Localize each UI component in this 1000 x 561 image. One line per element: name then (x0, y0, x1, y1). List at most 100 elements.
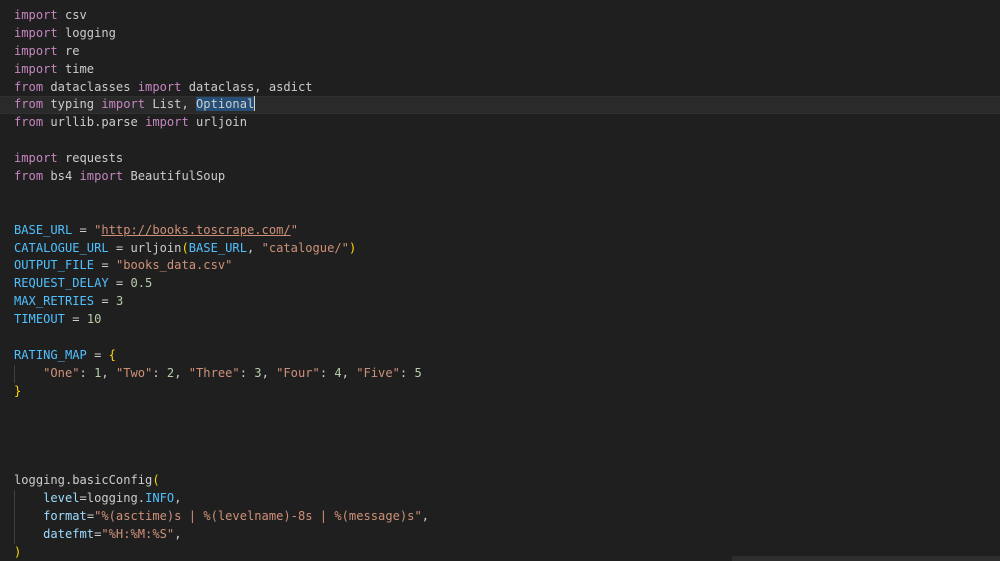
code-line[interactable]: CATALOGUE_URL = urljoin(BASE_URL, "catal… (0, 240, 1000, 258)
code-token: import (79, 169, 124, 184)
code-token: "Five" (356, 365, 400, 380)
code-line[interactable]: from urllib.parse import urljoin (0, 114, 1000, 132)
code-area[interactable]: import csv import logging import re import … (0, 7, 1000, 561)
code-token: format (43, 508, 87, 523)
code-token: , (421, 508, 430, 523)
code-line[interactable]: REQUEST_DELAY = 0.5 (0, 275, 1000, 293)
code-token: bs4 (43, 169, 80, 184)
code-line[interactable]: datefmt="%H:%M:%S", (0, 525, 1000, 544)
code-editor[interactable]: import csv import logging import re import … (0, 0, 1000, 561)
code-line[interactable] (0, 329, 1000, 347)
code-token: { (108, 347, 116, 362)
code-token: BASE_URL (188, 240, 247, 255)
code-token: urljoin (188, 115, 247, 130)
code-line-current[interactable]: from typing import List, Optional (0, 96, 1000, 115)
code-line[interactable]: from dataclasses import dataclass, asdic… (0, 79, 1000, 97)
code-token: import (145, 115, 189, 130)
code-token: : (239, 365, 255, 380)
code-line[interactable]: import csv (0, 7, 1000, 25)
code-line[interactable]: format="%(asctime)s | %(levelname)-8s | … (0, 507, 1000, 526)
code-token: %(asctime)s (101, 508, 182, 523)
code-token: %(message)s (334, 508, 415, 523)
code-token: , (101, 365, 116, 380)
code-token: ( (152, 473, 160, 488)
code-token: : (79, 365, 95, 380)
code-token: INFO (145, 491, 175, 506)
code-token: logging (57, 25, 116, 40)
code-line[interactable]: } (0, 383, 1000, 401)
code-line[interactable]: logging.basicConfig( (0, 472, 1000, 490)
code-token: : (399, 365, 415, 380)
code-token: "catalogue/" (261, 240, 349, 255)
code-token: | (181, 508, 204, 523)
code-token: , (261, 365, 277, 380)
code-token: | (312, 508, 335, 523)
code-line[interactable]: "One": 1, "Two": 2, "Three": 3, "Four": … (0, 364, 1000, 383)
code-token: import (14, 43, 58, 58)
code-token: typing (43, 97, 102, 112)
code-token: import (101, 97, 146, 112)
code-token: dataclass, asdict (181, 79, 313, 94)
code-token: , (174, 491, 182, 506)
code-line[interactable]: import logging (0, 25, 1000, 43)
code-line[interactable]: from bs4 import BeautifulSoup (0, 168, 1000, 186)
code-token: logging.basicConfig (14, 473, 153, 488)
code-token: "One" (43, 365, 80, 380)
code-token: MAX_RETRIES (14, 294, 95, 309)
code-line[interactable]: OUTPUT_FILE = "books_data.csv" (0, 257, 1000, 275)
code-line[interactable] (0, 436, 1000, 454)
code-token: REQUEST_DELAY (14, 276, 109, 291)
code-line[interactable]: level=logging.INFO, (0, 490, 1000, 508)
code-line[interactable]: import time (0, 61, 1000, 79)
horizontal-scrollbar[interactable] (732, 556, 1000, 561)
code-token: = (72, 222, 95, 237)
code-line[interactable]: BASE_URL = "http://books.toscrape.com/" (0, 222, 1000, 240)
code-token: dataclasses (43, 79, 138, 94)
code-line[interactable] (0, 204, 1000, 222)
code-token: CATALOGUE_URL (14, 240, 109, 255)
code-token: = (94, 294, 116, 309)
code-token: " (414, 508, 422, 523)
code-token: %H:%M:%S (108, 526, 167, 541)
code-token: from (14, 79, 44, 94)
code-token: "Four" (276, 365, 320, 380)
code-token: , (174, 365, 189, 380)
code-token: from (14, 97, 44, 112)
code-token: "books_data.csv" (115, 258, 233, 273)
code-line[interactable] (0, 401, 1000, 419)
code-token: ( (181, 240, 189, 255)
text-cursor (254, 96, 256, 112)
code-token: ) (348, 240, 357, 255)
code-token: " (101, 526, 109, 541)
code-token: 10 (86, 312, 102, 327)
code-line[interactable] (0, 454, 1000, 472)
code-line[interactable] (0, 186, 1000, 204)
code-line[interactable]: RATING_MAP = { (0, 347, 1000, 365)
code-token: "Three" (188, 365, 240, 380)
code-token: = urljoin (108, 240, 182, 255)
code-token: : (319, 365, 335, 380)
code-line[interactable] (0, 132, 1000, 150)
code-token: level (43, 491, 80, 506)
code-line[interactable]: import re (0, 43, 1000, 61)
indent-guide (14, 525, 15, 544)
code-token: , (341, 365, 357, 380)
code-line[interactable] (0, 418, 1000, 436)
code-token: import (14, 151, 58, 166)
code-token: = (108, 276, 131, 291)
code-token: from (14, 169, 44, 184)
code-token: = (86, 508, 95, 523)
code-token: csv (57, 8, 87, 22)
code-line[interactable]: MAX_RETRIES = 3 (0, 293, 1000, 311)
code-line[interactable]: import requests (0, 150, 1000, 168)
code-token: " (290, 222, 298, 237)
code-token: =logging. (79, 491, 146, 506)
code-token: : (152, 365, 167, 380)
indent-guide (14, 490, 15, 508)
code-token: BASE_URL (14, 222, 73, 237)
code-token: 5 (414, 365, 422, 380)
code-token: = (86, 347, 109, 362)
code-token: ) (14, 544, 22, 559)
code-line[interactable]: TIMEOUT = 10 (0, 311, 1000, 329)
